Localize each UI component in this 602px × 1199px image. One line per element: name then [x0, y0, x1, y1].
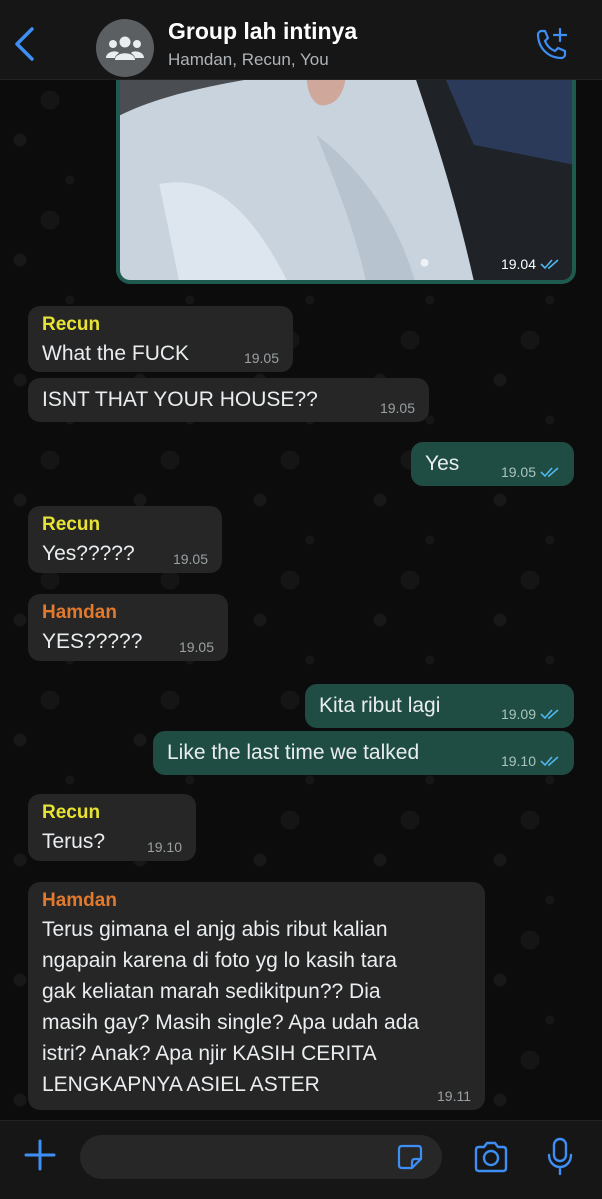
message-text-line: Terus gimana el anjg abis ribut kalian	[42, 918, 388, 941]
image-message[interactable]: 19.04	[116, 76, 576, 284]
message-meta: 19.10	[147, 839, 182, 855]
message-meta: 19.11	[437, 1088, 471, 1104]
message-time: 19.05	[178, 639, 214, 655]
message-time: 19.05	[243, 350, 279, 366]
message-bubble[interactable]: Recun Terus? 19.10	[28, 794, 196, 861]
sender-name: Recun	[42, 314, 101, 335]
message-text-line: masih gay? Masih single? Apa udah ada	[42, 1011, 420, 1034]
message-bubble[interactable]: Kita ribut lagi 19.09	[305, 684, 574, 728]
message-bubble[interactable]: Hamdan YES????? 19.05	[28, 594, 228, 661]
chat-participants[interactable]: Hamdan, Recun, You	[168, 50, 329, 70]
microphone-icon[interactable]	[546, 1137, 574, 1177]
message-text-line: gak keliatan marah sedikitpun?? Dia	[42, 980, 381, 1003]
sender-name: Hamdan	[42, 602, 117, 623]
chat-title[interactable]: Group lah intinya	[168, 18, 357, 45]
message-meta: 19.09	[501, 706, 560, 722]
message-text-line: ngapain karena di foto yg lo kasih tara	[42, 949, 397, 972]
message-text-line: istri? Anak? Apa njir KASIH CERITA	[42, 1042, 377, 1065]
message-bubble[interactable]: Yes 19.05	[411, 442, 574, 486]
message-bubble[interactable]: Recun What the FUCK 19.05	[28, 306, 293, 372]
photo-thumbnail	[120, 76, 572, 280]
sticker-icon[interactable]	[396, 1143, 424, 1171]
sender-name: Recun	[42, 514, 101, 535]
plus-icon[interactable]	[22, 1137, 58, 1173]
message-input[interactable]	[80, 1135, 442, 1179]
message-meta: 19.05	[244, 350, 279, 366]
message-bubble[interactable]: Recun Yes????? 19.05	[28, 506, 222, 573]
group-avatar[interactable]	[96, 19, 154, 77]
message-bubble[interactable]: Hamdan Terus gimana el anjg abis ribut k…	[28, 882, 485, 1110]
read-receipt-icon	[540, 467, 559, 478]
image-message-meta: 19.04	[501, 256, 560, 272]
message-time: 19.10	[146, 839, 182, 855]
message-time: 19.09	[500, 706, 536, 722]
message-meta: 19.05	[501, 464, 560, 480]
message-meta: 19.05	[179, 639, 214, 655]
message-meta: 19.05	[173, 551, 208, 567]
sender-name: Recun	[42, 802, 101, 823]
message-composer	[0, 1120, 602, 1199]
read-receipt-icon	[540, 756, 559, 767]
message-meta: 19.05	[380, 400, 415, 416]
chat-header: Group lah intinya Hamdan, Recun, You	[0, 0, 602, 80]
message-time: 19.05	[379, 400, 415, 416]
message-bubble[interactable]: Like the last time we talked 19.10	[153, 731, 574, 775]
chevron-left-icon[interactable]	[12, 26, 38, 62]
group-icon	[106, 36, 144, 60]
sender-name: Hamdan	[42, 890, 117, 911]
message-meta: 19.10	[501, 753, 560, 769]
message-text-line: LENGKAPNYA ASIEL ASTER	[42, 1073, 320, 1096]
add-call-icon[interactable]	[532, 26, 570, 64]
message-text: ISNT THAT YOUR HOUSE??	[42, 388, 318, 411]
camera-icon[interactable]	[472, 1141, 510, 1173]
message-time: 19.05	[172, 551, 208, 567]
message-time: 19.05	[500, 464, 536, 480]
message-bubble[interactable]: ISNT THAT YOUR HOUSE?? 19.05	[28, 378, 429, 422]
message-time: 19.04	[500, 256, 536, 272]
message-time: 19.10	[500, 753, 536, 769]
message-time: 19.11	[437, 1088, 471, 1104]
read-receipt-icon	[540, 709, 559, 720]
read-receipt-icon	[540, 259, 559, 270]
